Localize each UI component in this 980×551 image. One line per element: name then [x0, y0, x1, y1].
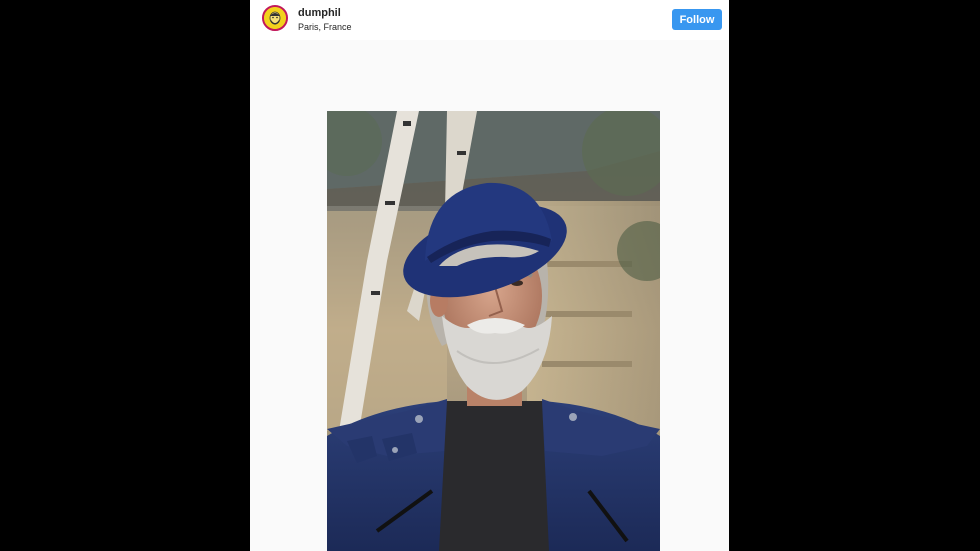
post-location[interactable]: Paris, France [298, 22, 352, 32]
post-username[interactable]: dumphil [298, 7, 341, 19]
portrait-photo-image [327, 111, 660, 551]
follow-button[interactable]: Follow [672, 9, 722, 30]
post-photo[interactable] [327, 111, 660, 551]
profile-avatar[interactable] [262, 5, 288, 31]
screen-background: dumphil Paris, France Follow [0, 0, 980, 551]
avatar-face-icon [264, 7, 286, 29]
instagram-embed-card: dumphil Paris, France Follow [250, 0, 729, 551]
post-header: dumphil Paris, France Follow [250, 0, 729, 40]
